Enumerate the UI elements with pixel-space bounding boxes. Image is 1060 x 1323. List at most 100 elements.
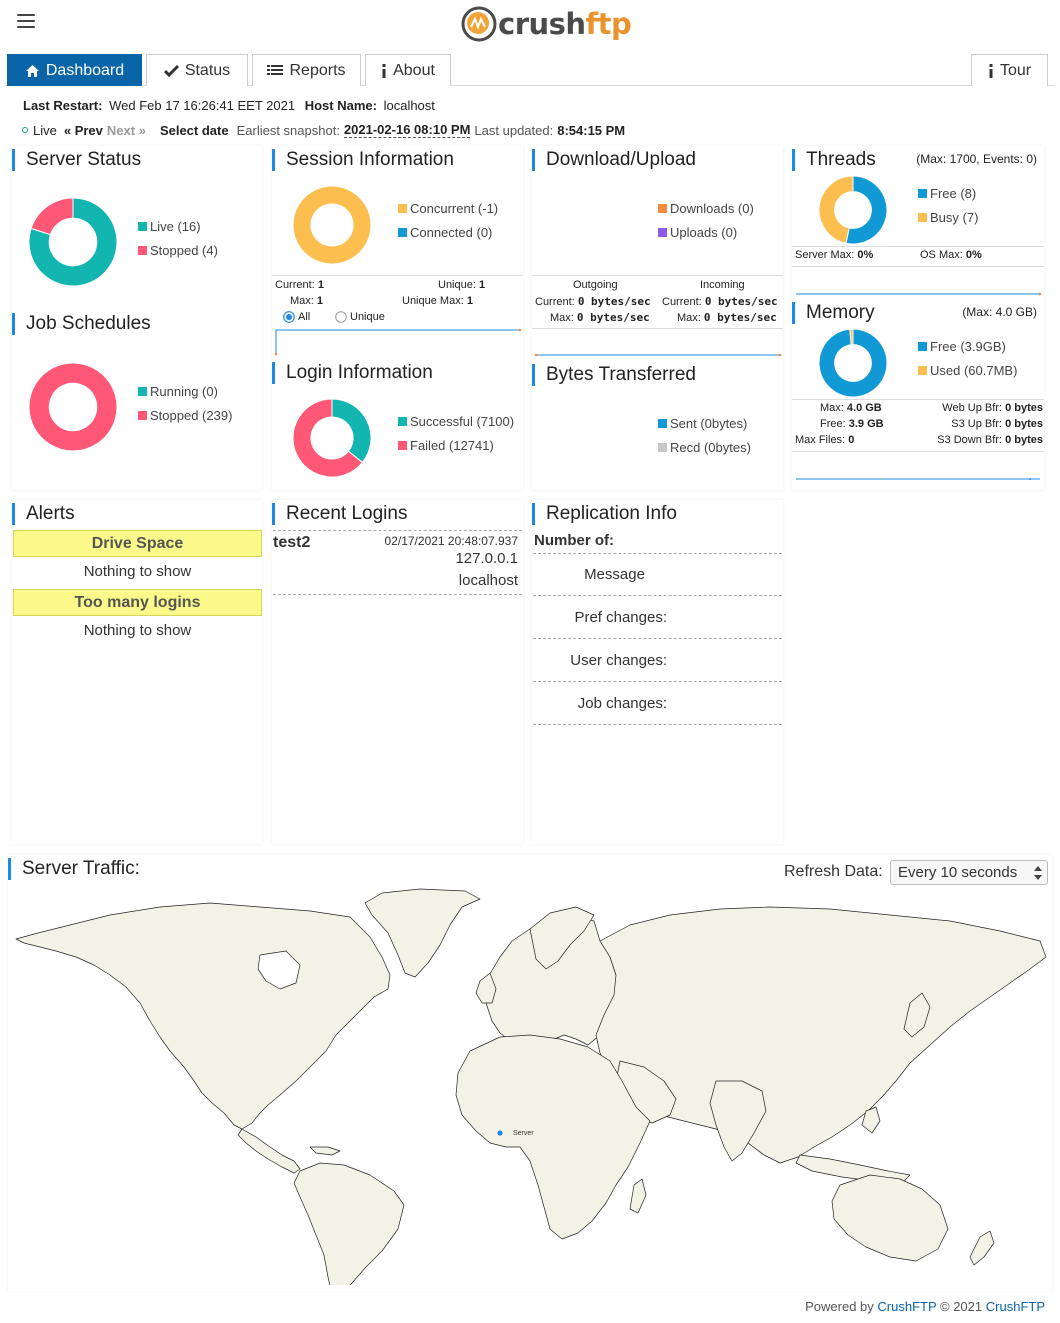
- legend-item-stopped[interactable]: Stopped (239): [138, 404, 232, 428]
- session-info-chart[interactable]: [293, 186, 371, 264]
- server-location-label: Server: [513, 1130, 534, 1137]
- memory-subtitle: (Max: 4.0 GB): [962, 305, 1037, 319]
- region-asia: [595, 906, 1047, 1164]
- login-host: localhost: [458, 572, 518, 589]
- top-bar: crushftp: [0, 0, 1060, 48]
- host-name-value: localhost: [383, 98, 435, 113]
- panel-title: Recent Logins: [272, 503, 407, 525]
- region-new-zealand: [969, 1230, 995, 1266]
- alert-header-too-many-logins[interactable]: Too many logins: [13, 589, 262, 616]
- refresh-select[interactable]: Every 10 seconds: [890, 860, 1048, 885]
- memory-title: Memory: [792, 302, 875, 324]
- panel-title: Server Status: [12, 149, 141, 171]
- last-updated-label: Last updated:: [474, 122, 554, 138]
- unique-sessions: 1: [478, 279, 486, 291]
- panel-title: Threads: [792, 149, 876, 171]
- legend-item-failed[interactable]: Failed (12741): [398, 434, 514, 458]
- legend-item-sent[interactable]: Sent (0bytes): [658, 412, 751, 436]
- last-restart-label: Last Restart:: [23, 98, 103, 113]
- os-max-value: 0%: [965, 249, 982, 261]
- legend-item-used[interactable]: Used (60.7MB): [918, 359, 1017, 383]
- region-australia: [831, 1174, 949, 1262]
- memory-chart[interactable]: [819, 329, 887, 397]
- region-north-america: [15, 902, 391, 1130]
- panel-title: Session Information: [272, 149, 454, 171]
- threads-panel: Threads (Max: 1700, Events: 0) Free (8) …: [792, 146, 1044, 490]
- login-info-chart[interactable]: [293, 399, 371, 477]
- legend-item-free[interactable]: Free (8): [918, 182, 978, 206]
- login-info-title: Login Information: [272, 362, 433, 384]
- earliest-snapshot-value[interactable]: 2021-02-16 08:10 PM: [343, 122, 471, 138]
- memory-max: 4.0 GB: [846, 402, 882, 414]
- radio-all[interactable]: All: [283, 311, 310, 323]
- s3-down-buffer: 0 bytes: [1005, 434, 1043, 446]
- server-location-marker[interactable]: [497, 1130, 503, 1136]
- replication-row-pref: Pref changes:: [574, 609, 667, 626]
- tab-about[interactable]: About: [365, 54, 451, 86]
- number-of-label: Number of:: [534, 532, 614, 549]
- legend-item-recd[interactable]: Recd (0bytes): [658, 436, 751, 460]
- legend-item-running[interactable]: Running (0): [138, 380, 232, 404]
- legend-item-live[interactable]: Live (16): [138, 215, 218, 239]
- transfer-sparkline: [534, 353, 782, 357]
- next-link[interactable]: Next »: [107, 123, 146, 138]
- tab-label: Reports: [289, 61, 346, 79]
- legend-item-successful[interactable]: Successful (7100): [398, 410, 514, 434]
- world-map[interactable]: Server: [10, 885, 1050, 1285]
- server-status-panel: Server Status Live (16) Stopped (4) Job …: [12, 146, 262, 490]
- s3-up-buffer: 0 bytes: [1005, 418, 1043, 430]
- replication-info-panel: Replication Info Number of: Message Pref…: [532, 500, 783, 844]
- menu-icon[interactable]: [17, 14, 35, 30]
- donut-slice-1[interactable]: [29, 363, 117, 451]
- legend-item-concurrent[interactable]: Concurrent (-1): [398, 197, 498, 221]
- job-schedules-chart[interactable]: [29, 363, 117, 451]
- legend-item-connected[interactable]: Connected (0): [398, 221, 498, 245]
- logo-text-1: crush: [498, 7, 586, 41]
- outgoing-max: 0 bytes/sec: [576, 311, 650, 324]
- list-icon: [267, 64, 284, 75]
- region-madagascar: [629, 1178, 647, 1214]
- current-sessions: 1: [317, 279, 324, 291]
- donut-slice-0[interactable]: [331, 399, 371, 464]
- incoming-max: 0 bytes/sec: [703, 311, 777, 324]
- donut-slice-0[interactable]: [293, 186, 371, 264]
- alert-header-drive-space[interactable]: Drive Space: [13, 530, 262, 557]
- host-name-label: Host Name:: [304, 98, 377, 113]
- replication-row-message: Message: [584, 566, 645, 583]
- crushftp-link[interactable]: CrushFTP: [877, 1299, 936, 1314]
- tab-reports[interactable]: Reports: [252, 54, 361, 86]
- select-date-button[interactable]: Select date: [160, 123, 229, 138]
- server-status-chart[interactable]: [29, 198, 117, 286]
- tab-dashboard[interactable]: Dashboard: [7, 54, 142, 86]
- alert-body: Nothing to show: [83, 622, 192, 639]
- incoming-current: 0 bytes/sec: [704, 295, 778, 308]
- panel-title: Download/Upload: [532, 149, 696, 171]
- tab-status[interactable]: Status: [146, 54, 248, 86]
- donut-slice-1[interactable]: [30, 198, 74, 236]
- threads-chart[interactable]: [819, 176, 887, 244]
- radio-unique[interactable]: Unique: [335, 311, 385, 323]
- session-sparkline: [274, 328, 522, 356]
- legend-item-busy[interactable]: Busy (7): [918, 206, 978, 230]
- legend-item-free[interactable]: Free (3.9GB): [918, 335, 1017, 359]
- legend-item-downloads[interactable]: Downloads (0): [658, 197, 754, 221]
- tour-button[interactable]: Tour: [971, 54, 1048, 86]
- max-sessions: 1: [316, 295, 324, 307]
- prev-link[interactable]: « Prev: [64, 123, 103, 138]
- unique-max-sessions: 1: [466, 295, 473, 307]
- region-caribbean: [309, 1146, 341, 1156]
- replication-row-job: Job changes:: [577, 695, 667, 712]
- legend-item-uploads[interactable]: Uploads (0): [658, 221, 754, 245]
- logo-text-2: ftp: [585, 7, 632, 41]
- last-restart-value: Wed Feb 17 16:26:41 EET 2021: [109, 98, 296, 113]
- legend-item-stopped[interactable]: Stopped (4): [138, 239, 218, 263]
- live-label[interactable]: Live: [33, 123, 57, 138]
- login-time: 02/17/2021 20:48:07.937: [384, 534, 518, 548]
- outgoing-current: 0 bytes/sec: [577, 295, 651, 308]
- memory-sparkline: [796, 478, 1040, 480]
- region-south-america: [293, 1162, 405, 1285]
- refresh-label: Refresh Data:: [784, 863, 883, 880]
- donut-slice-1[interactable]: [819, 176, 854, 244]
- crushftp-link-2[interactable]: CrushFTP: [986, 1299, 1045, 1314]
- panel-title: Alerts: [12, 503, 75, 525]
